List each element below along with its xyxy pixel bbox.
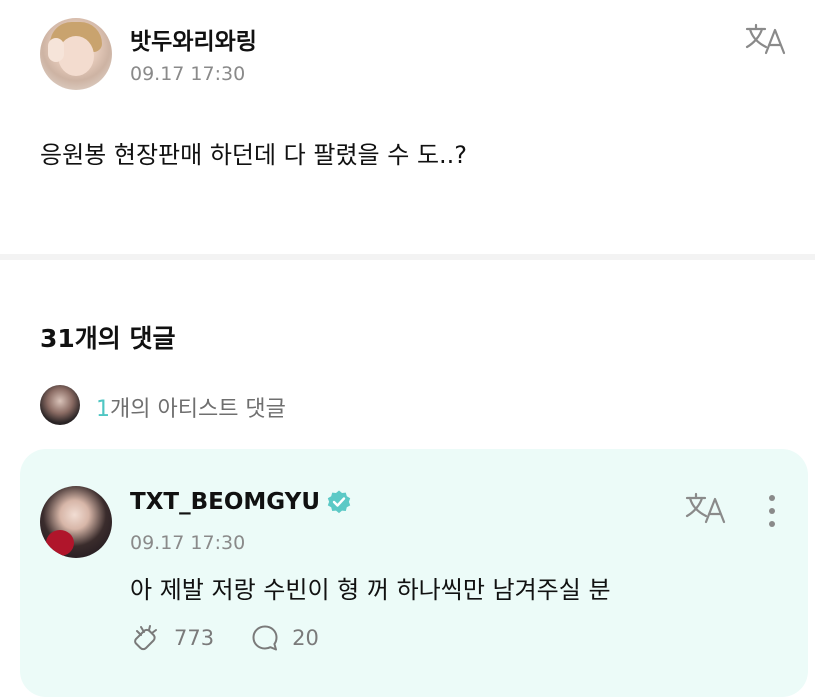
- artist-comment-avatar[interactable]: [40, 385, 80, 425]
- comment-body-text: 아 제발 저랑 수빈이 형 꺼 하나씩만 남겨주실 분: [130, 576, 611, 604]
- reply-button[interactable]: 20: [250, 623, 319, 653]
- translate-icon: [685, 492, 726, 524]
- like-button[interactable]: 773: [130, 622, 214, 654]
- comment-timestamp: 09.17 17:30: [130, 532, 246, 554]
- reply-icon: [252, 625, 278, 651]
- post-translate-button[interactable]: [744, 22, 788, 60]
- comment-author-avatar[interactable]: [40, 486, 112, 558]
- section-divider: [0, 254, 815, 260]
- comment-author-name[interactable]: TXT_BEOMGYU: [130, 489, 320, 515]
- like-count: 773: [174, 626, 215, 650]
- post-author-avatar[interactable]: [40, 18, 112, 90]
- post-author-name[interactable]: 밧두와리와링: [130, 22, 257, 56]
- verified-badge-icon: [327, 490, 351, 514]
- avatar-hand: [48, 38, 64, 62]
- comment-author-row: TXT_BEOMGYU: [130, 489, 352, 515]
- translate-icon: [745, 23, 786, 55]
- comment-translate-button[interactable]: [684, 491, 728, 529]
- reply-count: 20: [292, 626, 319, 650]
- post-timestamp: 09.17 17:30: [130, 63, 246, 85]
- post-body-text: 응원봉 현장판매 하던데 다 팔렸을 수 도..?: [40, 141, 468, 169]
- comments-count-title: 31개의 댓글: [40, 324, 176, 353]
- artist-comments-link[interactable]: 1개의 아티스트 댓글: [96, 391, 286, 423]
- artist-comment-count: 1: [96, 397, 110, 422]
- avatar-rose: [46, 530, 74, 556]
- more-icon[interactable]: [757, 492, 787, 532]
- artist-comment-label: 개의 아티스트 댓글: [110, 397, 286, 422]
- comment-stats: 773 20: [130, 622, 319, 654]
- like-icon: [134, 625, 157, 651]
